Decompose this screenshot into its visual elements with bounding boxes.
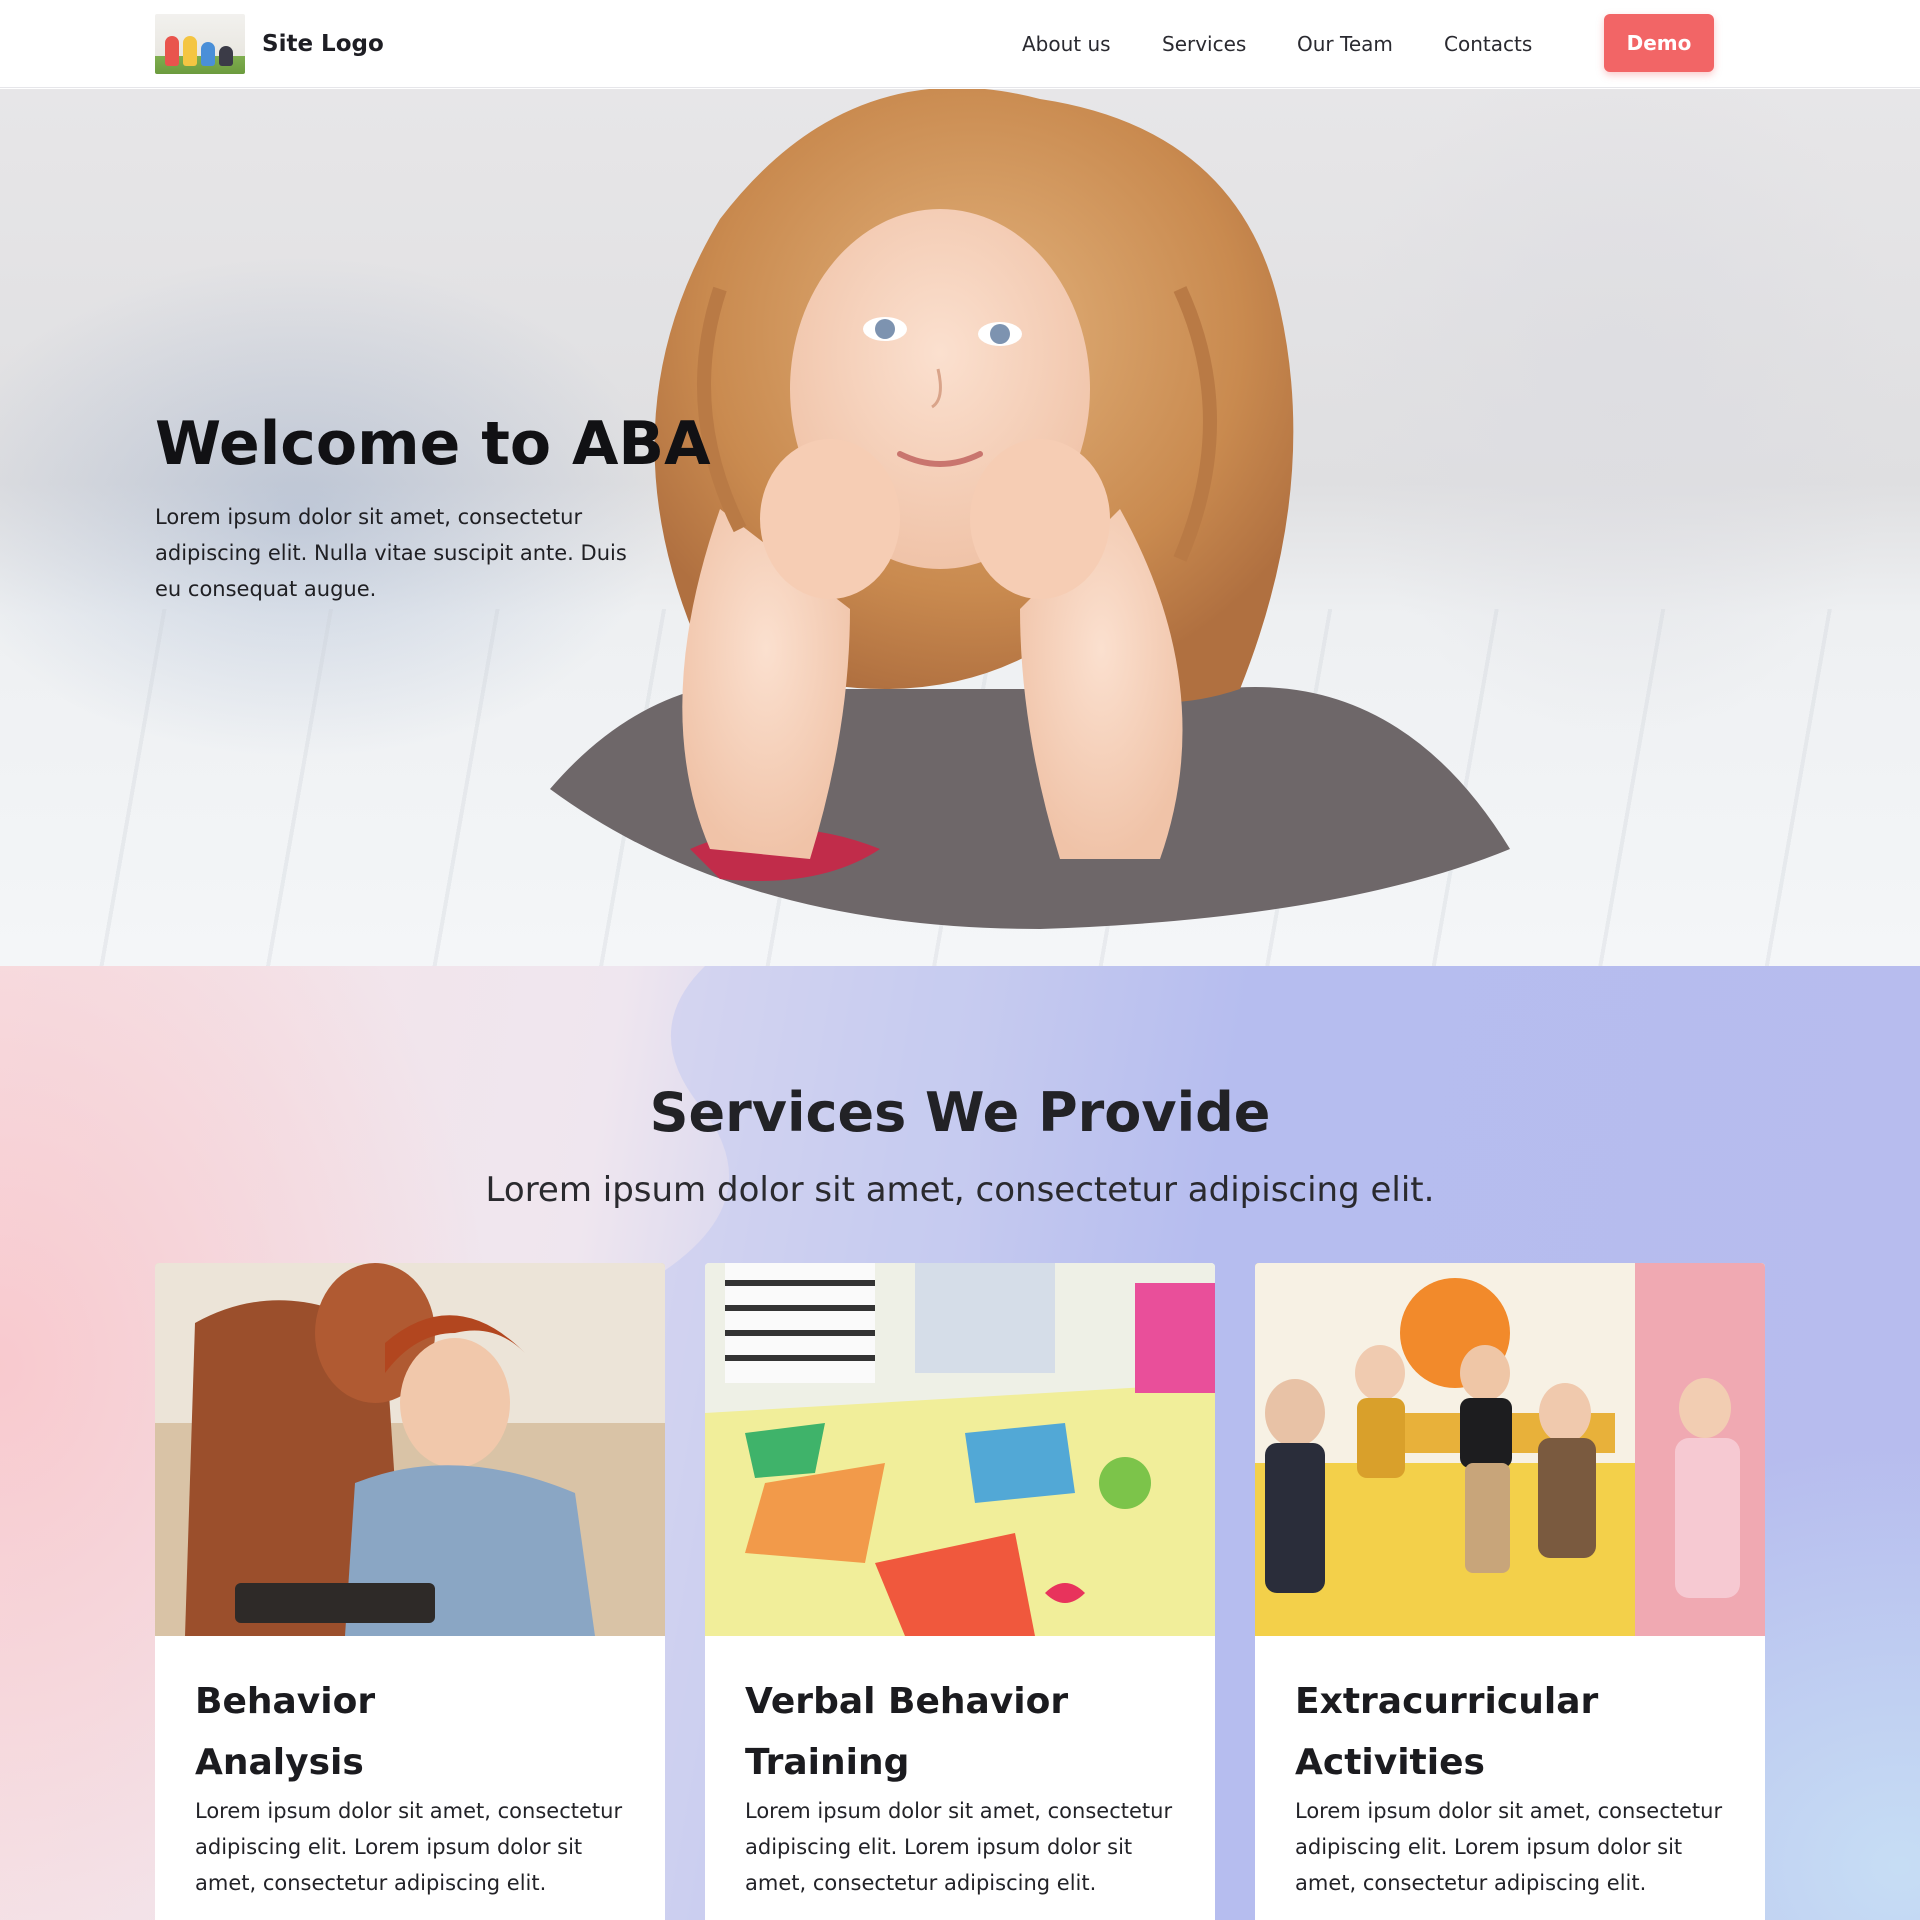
extracurricular-photo [1255, 1263, 1765, 1636]
card-title: Verbal Behavior Training [745, 1671, 1165, 1793]
service-card-behavior-analysis[interactable]: Behavior Analysis Lorem ipsum dolor sit … [155, 1263, 665, 1920]
logo-image [155, 14, 245, 74]
card-text: Lorem ipsum dolor sit amet, consectetur … [195, 1799, 623, 1895]
hero-title: Welcome to ABA [155, 409, 711, 479]
card-title-line: Extracurricular [1295, 1681, 1599, 1722]
site-header: Site Logo About us Services Our Team Con… [0, 0, 1920, 88]
nav-about-us[interactable]: About us [1022, 32, 1111, 56]
card-text: Lorem ipsum dolor sit amet, consectetur … [1295, 1799, 1723, 1895]
service-card-verbal-behavior-training[interactable]: Verbal Behavior Training Lorem ipsum dol… [705, 1263, 1215, 1920]
demo-button[interactable]: Demo [1604, 14, 1714, 72]
card-title-line: Analysis [195, 1742, 364, 1783]
card-title-line: Behavior [195, 1681, 376, 1722]
card-title: Extracurricular Activities [1295, 1671, 1715, 1793]
verbal-behavior-photo [705, 1263, 1215, 1636]
card-text: Lorem ipsum dolor sit amet, consectetur … [745, 1799, 1173, 1895]
hero-description: Lorem ipsum dolor sit amet, consectetur … [155, 505, 627, 601]
nav-contacts[interactable]: Contacts [1444, 32, 1532, 56]
services-section: Services We Provide Lorem ipsum dolor si… [0, 966, 1920, 1920]
nav-our-team[interactable]: Our Team [1297, 32, 1393, 56]
hero-child-photo [550, 89, 1510, 929]
logo-text: Site Logo [262, 31, 384, 57]
behavior-analysis-photo [155, 1263, 665, 1636]
card-title-line: Verbal Behavior [745, 1681, 1069, 1722]
service-card-extracurricular-activities[interactable]: Extracurricular Activities Lorem ipsum d… [1255, 1263, 1765, 1920]
hero-section: Welcome to ABA Lorem ipsum dolor sit ame… [0, 89, 1920, 966]
services-subtitle: Lorem ipsum dolor sit amet, consectetur … [485, 1170, 1435, 1210]
site-logo-link[interactable]: Site Logo [155, 14, 384, 74]
nav-services[interactable]: Services [1162, 32, 1246, 56]
card-title-line: Training [745, 1742, 910, 1783]
services-title: Services We Provide [649, 1081, 1271, 1144]
card-title-line: Activities [1295, 1742, 1485, 1783]
card-title: Behavior Analysis [195, 1671, 615, 1793]
